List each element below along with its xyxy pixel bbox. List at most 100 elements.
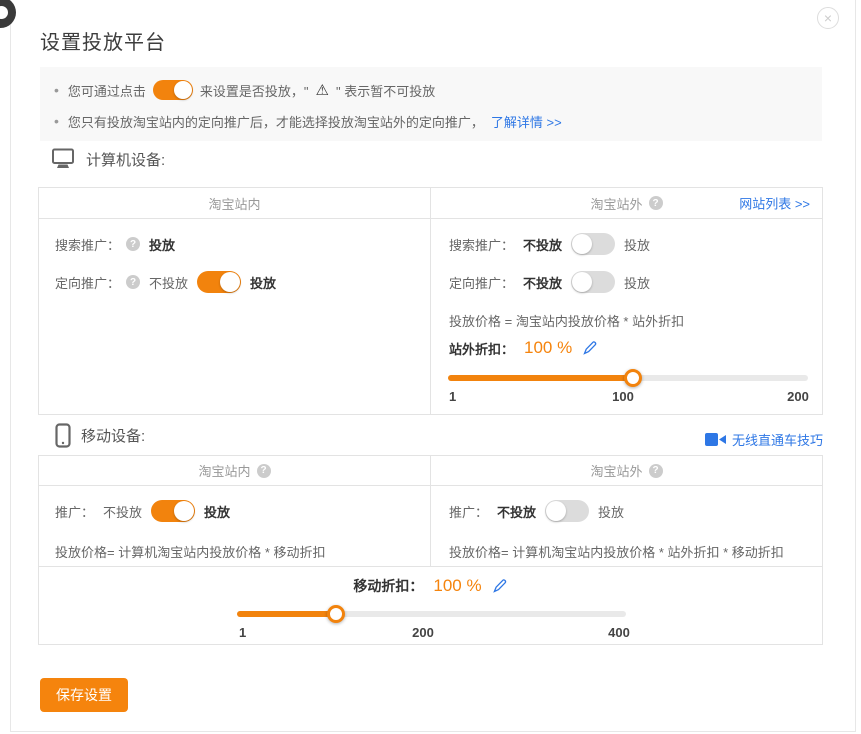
page: × 设置投放平台 • 您可通过点击 来设置是否投放，" ⚠ " 表示暂不可投放 …	[0, 0, 861, 734]
notice-line1-pre: 您可通过点击	[68, 81, 146, 100]
computer-offsite-cell: 搜索推广： 不投放 投放 定向推广： 不投放 投放 投放价格 = 淘宝站内投放价…	[431, 219, 822, 414]
promo-off-label: 不投放	[103, 502, 142, 521]
notice-line-2: • 您只有投放淘宝站内的定向推广后，才能选择投放淘宝站外的定向推广， 了解详情 …	[54, 108, 562, 134]
notice-line1-mid: 来设置是否投放，"	[200, 81, 309, 100]
mobile-offsite-formula: 投放价格= 计算机淘宝站内投放价格 * 站外折扣 * 移动折扣	[449, 542, 784, 561]
promo-on-label: 投放	[598, 502, 624, 521]
header-label: 淘宝站内	[198, 461, 250, 480]
onsite-target-toggle[interactable]	[197, 271, 241, 293]
toggle-knob	[572, 272, 592, 292]
toggle-knob	[546, 501, 566, 521]
help-icon[interactable]: ?	[126, 275, 140, 289]
slider-thumb[interactable]	[327, 605, 345, 623]
edit-pencil-icon[interactable]	[582, 340, 598, 356]
mobile-table-header: 淘宝站内 ? 淘宝站外 ?	[39, 456, 822, 486]
slider-mid-label: 100	[612, 389, 634, 404]
help-icon[interactable]: ?	[649, 196, 663, 210]
toggle-knob	[220, 272, 240, 292]
offsite-search-toggle[interactable]	[571, 233, 615, 255]
bullet-icon: •	[54, 113, 59, 129]
promo-label: 推广：	[55, 502, 94, 521]
toggle-demo-icon	[153, 80, 193, 100]
target-on-label: 投放	[624, 273, 650, 292]
computer-section-header: 计算机设备:	[50, 148, 165, 170]
mobile-discount-label: 移动折扣：	[353, 576, 423, 596]
slider-thumb[interactable]	[624, 369, 642, 387]
wireless-tips[interactable]: 无线直通车技巧	[705, 430, 823, 449]
notice-line1-end: " 表示暂不可投放	[336, 81, 435, 100]
header-taobao-onsite: 淘宝站内	[39, 188, 431, 218]
help-icon[interactable]: ?	[649, 464, 663, 478]
onsite-search-row: 搜索推广： ? 投放	[55, 233, 175, 255]
offsite-target-toggle[interactable]	[571, 271, 615, 293]
target-promo-label: 定向推广：	[55, 273, 120, 292]
help-icon[interactable]: ?	[126, 237, 140, 251]
site-list-link[interactable]: 网站列表 >>	[739, 194, 810, 213]
notice-line-1: • 您可通过点击 来设置是否投放，" ⚠ " 表示暂不可投放	[54, 77, 435, 103]
bullet-icon: •	[54, 82, 59, 98]
target-promo-label: 定向推广：	[449, 273, 514, 292]
computer-onsite-cell: 搜索推广： ? 投放 定向推广： ? 不投放 投放	[39, 219, 431, 414]
slider-max-label: 200	[787, 389, 809, 404]
offsite-discount-value: 100 %	[524, 338, 572, 358]
header-taobao-offsite: 淘宝站外 ?	[431, 456, 822, 485]
slider-mid-label: 200	[412, 625, 434, 640]
mobile-table: 淘宝站内 ? 淘宝站外 ? 推广： 不投放 投放 投放价格= 计算机淘宝站内投放…	[38, 455, 823, 645]
page-title: 设置投放平台	[40, 26, 166, 55]
onsite-target-row: 定向推广： ? 不投放 投放	[55, 271, 276, 293]
computer-table-header: 淘宝站内 淘宝站外 ? 网站列表 >>	[39, 188, 822, 219]
mobile-offsite-toggle[interactable]	[545, 500, 589, 522]
mobile-onsite-formula: 投放价格= 计算机淘宝站内投放价格 * 移动折扣	[55, 542, 326, 561]
slider-min-label: 1	[449, 389, 456, 404]
toggle-knob	[174, 501, 194, 521]
slider-fill	[237, 611, 336, 617]
notice-line2-text: 您只有投放淘宝站内的定向推广后，才能选择投放淘宝站外的定向推广，	[68, 112, 484, 131]
close-icon[interactable]: ×	[817, 7, 839, 29]
target-off-label: 不投放	[523, 273, 562, 292]
edit-pencil-icon[interactable]	[492, 578, 508, 594]
save-button[interactable]: 保存设置	[40, 678, 128, 712]
search-promo-state: 投放	[149, 235, 175, 254]
help-icon[interactable]: ?	[257, 464, 271, 478]
warning-icon: ⚠	[316, 83, 329, 98]
mobile-onsite-cell: 推广： 不投放 投放 投放价格= 计算机淘宝站内投放价格 * 移动折扣	[39, 486, 431, 566]
computer-table: 淘宝站内 淘宝站外 ? 网站列表 >> 搜索推广： ? 投放 定向推广： ? 不…	[38, 187, 823, 415]
promo-on-label: 投放	[204, 502, 230, 521]
search-off-label: 不投放	[523, 235, 562, 254]
computer-icon	[50, 148, 76, 170]
wireless-tips-link[interactable]: 无线直通车技巧	[732, 430, 823, 449]
offsite-target-row: 定向推广： 不投放 投放	[449, 271, 650, 293]
offsite-discount-slider[interactable]	[448, 375, 808, 381]
header-taobao-offsite: 淘宝站外 ? 网站列表 >>	[431, 188, 822, 218]
promo-label: 推广：	[449, 502, 488, 521]
offsite-search-row: 搜索推广： 不投放 投放	[449, 233, 650, 255]
mobile-section-label: 移动设备:	[81, 425, 145, 446]
header-taobao-onsite: 淘宝站内 ?	[39, 456, 431, 485]
slider-max-label: 400	[608, 625, 630, 640]
target-on-label: 投放	[250, 273, 276, 292]
search-on-label: 投放	[624, 235, 650, 254]
target-off-label: 不投放	[149, 273, 188, 292]
offsite-discount-label: 站外折扣：	[449, 339, 514, 358]
toggle-knob	[572, 234, 592, 254]
badge-inner-dot	[0, 6, 8, 19]
notice-box: • 您可通过点击 来设置是否投放，" ⚠ " 表示暂不可投放 • 您只有投放淘宝…	[40, 67, 822, 141]
mobile-offsite-cell: 推广： 不投放 投放 投放价格= 计算机淘宝站内投放价格 * 站外折扣 * 移动…	[431, 486, 822, 566]
offsite-discount-row: 站外折扣： 100 %	[449, 335, 598, 361]
slider-min-label: 1	[239, 625, 246, 640]
mobile-onsite-toggle[interactable]	[151, 500, 195, 522]
toggle-knob	[174, 81, 192, 99]
mobile-onsite-promo-row: 推广： 不投放 投放	[55, 500, 230, 522]
learn-more-link[interactable]: 了解详情 >>	[491, 112, 562, 131]
header-label: 淘宝站外	[590, 194, 642, 213]
video-icon	[705, 433, 726, 446]
header-label: 淘宝站外	[590, 461, 642, 480]
mobile-discount-area: 移动折扣： 100 % 1 200 400	[39, 566, 822, 644]
mobile-discount-row: 移动折扣： 100 %	[353, 573, 507, 599]
mobile-discount-slider[interactable]	[237, 611, 626, 617]
promo-off-label: 不投放	[497, 502, 536, 521]
search-promo-label: 搜索推广：	[449, 235, 514, 254]
computer-section-label: 计算机设备:	[86, 149, 165, 170]
offsite-price-formula: 投放价格 = 淘宝站内投放价格 * 站外折扣	[449, 311, 684, 330]
mobile-offsite-promo-row: 推广： 不投放 投放	[449, 500, 624, 522]
